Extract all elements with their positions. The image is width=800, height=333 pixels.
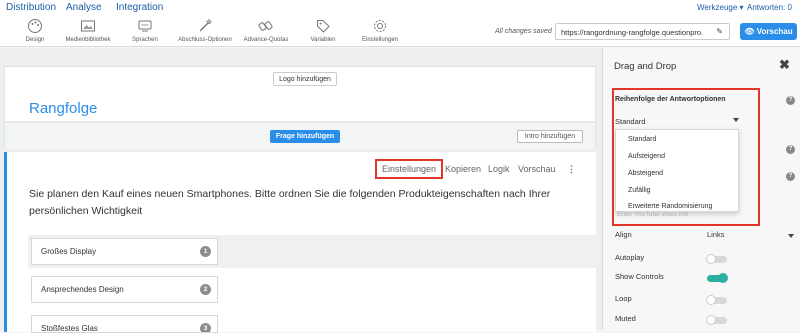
rank-option[interactable]: Ansprechendes Design 2 [31, 276, 218, 303]
add-logo-button[interactable]: Logo hinzufügen [273, 72, 337, 86]
preview-button-label: Vorschau [756, 27, 793, 36]
save-status: All changes saved [495, 28, 552, 35]
highlight-box [612, 88, 760, 226]
tool-einstellungen[interactable]: Einstellungen [345, 18, 415, 43]
rank-number-badge: 2 [200, 284, 211, 295]
eye-icon: 👁 [744, 27, 755, 36]
rank-option-label: Ansprechendes Design [41, 285, 124, 294]
muted-toggle[interactable] [706, 315, 727, 325]
magic-wand-icon [199, 18, 213, 32]
chevron-down-icon[interactable] [788, 234, 794, 238]
rank-option-label: Großes Display [41, 247, 97, 256]
tag-icon [317, 20, 330, 33]
panel-title: Drag and Drop [614, 61, 677, 72]
rank-number-badge: 3 [200, 323, 211, 332]
show-controls-label: Show Controls [615, 272, 664, 281]
nav-tab-analyse[interactable]: Analyse [66, 2, 102, 13]
image-icon [81, 20, 95, 32]
toggle-knob [706, 295, 716, 305]
settings-panel: Drag and Drop ✖ Reihenfolge der Antworto… [602, 48, 800, 330]
question-copy-action[interactable]: Kopieren [445, 164, 481, 174]
toggle-knob [718, 273, 728, 283]
add-question-button[interactable]: Frage hinzufügen [270, 130, 340, 143]
help-icon[interactable]: ? [786, 96, 795, 105]
nav-tab-integration[interactable]: Integration [116, 2, 163, 13]
toggle-knob [706, 254, 716, 264]
palette-icon [28, 19, 42, 33]
gear-icon [374, 20, 386, 32]
add-intro-button[interactable]: Intro hinzufügen [517, 130, 583, 143]
rank-option-label: Stoßfestes Glas [41, 324, 98, 333]
more-options-icon[interactable]: ⋮ [567, 164, 576, 175]
close-icon[interactable]: ✖ [779, 57, 790, 73]
survey-url-text: https://rangordnung-rangfolge.questionpr… [561, 28, 704, 37]
loop-toggle[interactable] [706, 295, 727, 305]
video-link-input[interactable]: Enter YouTube video link [617, 211, 689, 218]
antworten-count[interactable]: Antworten: 0 [747, 3, 792, 12]
question-preview-action[interactable]: Vorschau [518, 164, 556, 174]
help-icon[interactable]: ? [786, 145, 795, 154]
question-logic-action[interactable]: Logik [488, 164, 510, 174]
align-select[interactable]: Links [707, 230, 725, 239]
highlight-box [375, 159, 443, 179]
add-question-bar: Frage hinzufügen Intro hinzufügen [4, 123, 596, 149]
rank-option[interactable]: Großes Display 1 [31, 238, 218, 265]
top-navigation: Distribution Analyse Integration Werkzeu… [0, 0, 800, 15]
loop-label: Loop [615, 294, 632, 303]
question-card: Einstellungen Kopieren Logik Vorschau ⋮ … [4, 152, 599, 333]
editor-toolbar: Design Medienbibliothek Sprachen Abschlu… [0, 15, 800, 47]
tool-einstellungen-label: Einstellungen [361, 37, 399, 43]
tool-abschluss-optionen-label: Abschluss-Optionen [178, 37, 232, 43]
show-controls-toggle[interactable] [707, 273, 728, 283]
survey-header-card: Logo hinzufügen Rangfolge [4, 66, 596, 122]
rank-number-badge: 1 [200, 246, 211, 257]
help-icon[interactable]: ? [786, 172, 795, 181]
autoplay-toggle[interactable] [706, 254, 727, 264]
language-icon [138, 20, 152, 32]
autoplay-label: Autoplay [615, 253, 645, 262]
tool-abschluss-optionen[interactable]: Abschluss-Optionen [170, 18, 240, 43]
muted-label: Muted [615, 314, 636, 323]
nav-tab-distribution[interactable]: Distribution [6, 2, 56, 13]
survey-title[interactable]: Rangfolge [29, 100, 97, 117]
quota-icon [258, 21, 273, 31]
toggle-knob [706, 315, 716, 325]
pencil-icon[interactable]: ✎ [716, 27, 723, 36]
survey-canvas: Logo hinzufügen Rangfolge Frage hinzufüg… [0, 48, 602, 333]
preview-button[interactable]: 👁 Vorschau [740, 23, 797, 40]
survey-url-field[interactable]: https://rangordnung-rangfolge.questionpr… [555, 23, 730, 40]
align-label: Align [615, 230, 632, 239]
question-text[interactable]: Sie planen den Kauf eines neuen Smartpho… [29, 186, 589, 220]
rank-option[interactable]: Stoßfestes Glas 3 [31, 315, 218, 333]
werkzeuge-menu[interactable]: Werkzeuge ▾ [697, 3, 744, 12]
